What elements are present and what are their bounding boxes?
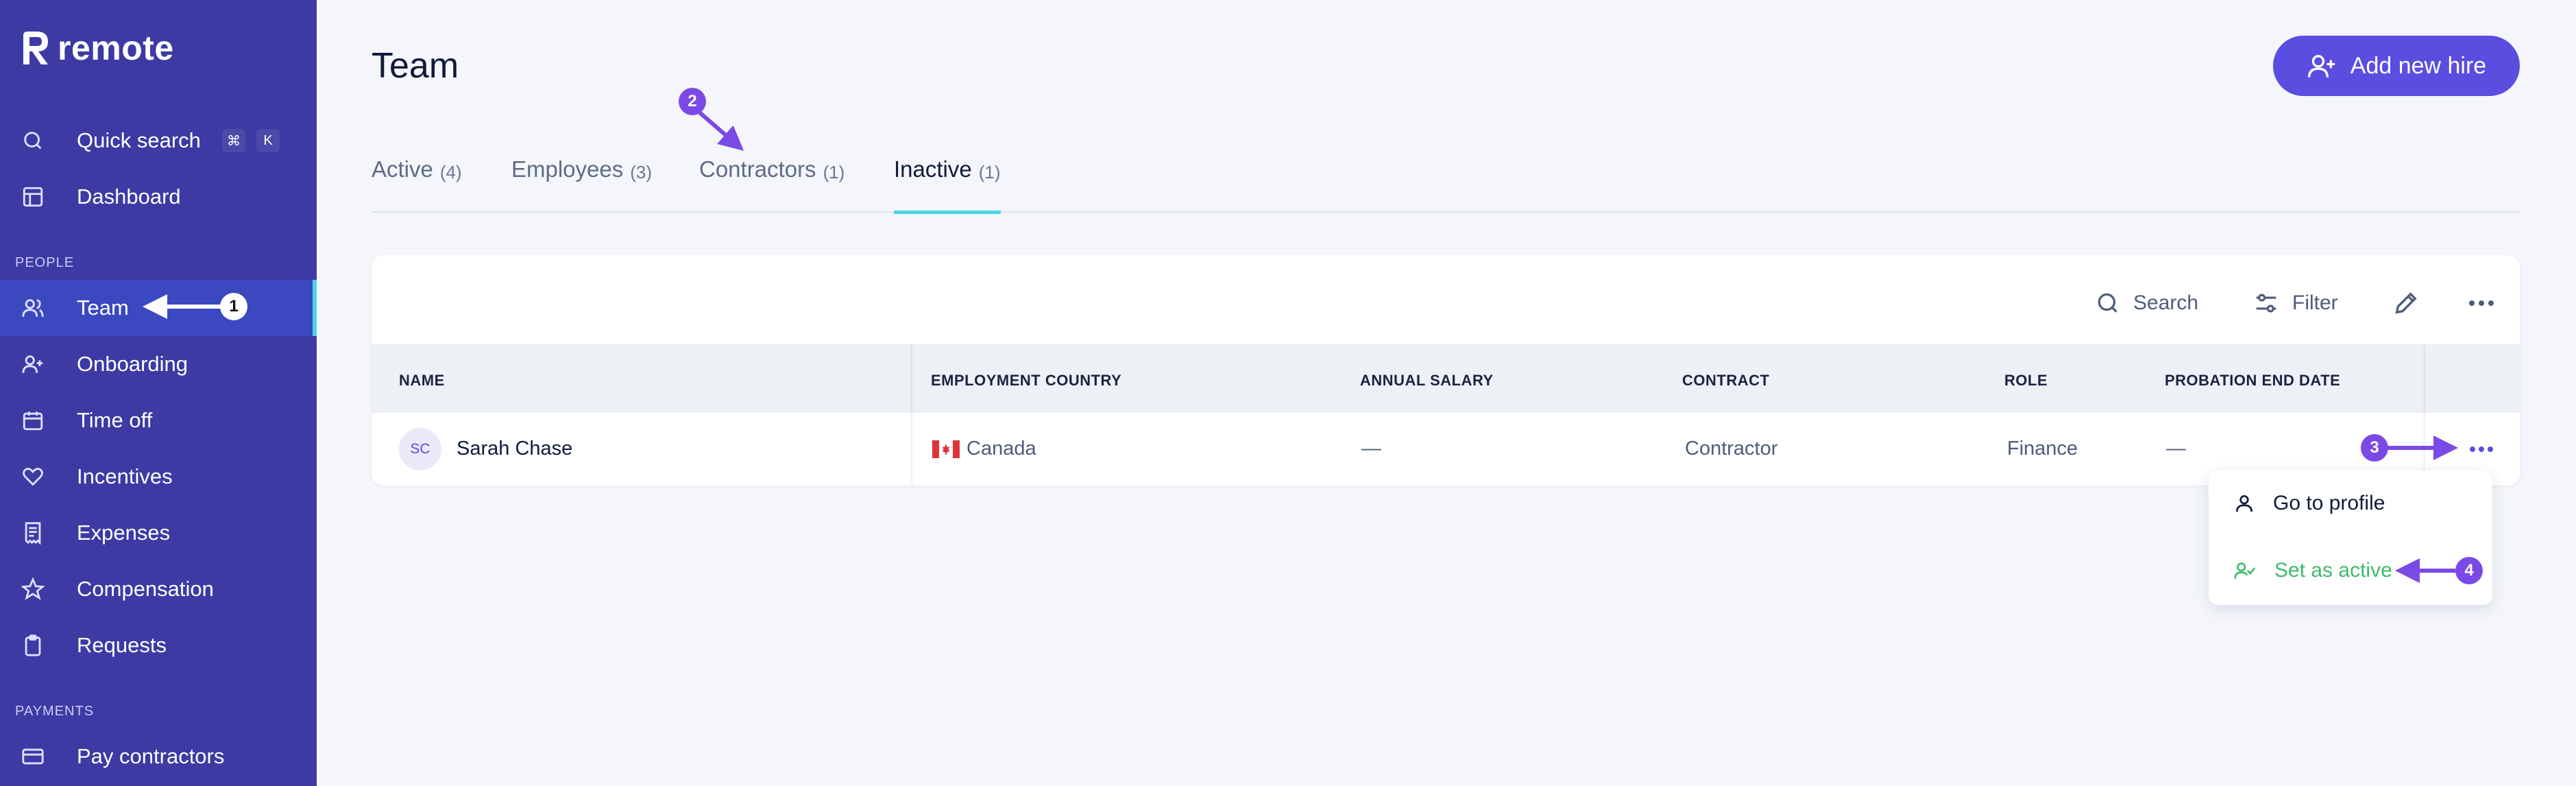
quick-search[interactable]: Quick search ⌘ K (0, 112, 317, 169)
row-actions-menu: Go to profile Set as active (2209, 471, 2492, 605)
tab-count: (4) (439, 162, 462, 182)
column-header-salary[interactable]: ANNUAL SALARY (1360, 372, 1494, 390)
sidebar-item-requests[interactable]: Requests (0, 617, 317, 674)
contract-type: Contractor (1685, 438, 1778, 460)
sidebar-item-team[interactable]: Team (0, 280, 317, 336)
brand-name: remote (58, 29, 174, 67)
sidebar-item-label: Compensation (77, 577, 214, 601)
annotation-badge-1: 1 (220, 293, 247, 320)
sidebar-item-time-off[interactable]: Time off (0, 392, 317, 449)
annotation-badge-4: 4 (2455, 557, 2483, 584)
tab-label: Inactive (894, 156, 972, 182)
tab-count: (3) (630, 162, 653, 182)
column-header-role[interactable]: ROLE (2004, 372, 2048, 390)
search-label: Search (2133, 291, 2199, 314)
calendar-icon (21, 408, 45, 433)
row-actions-icon[interactable] (2469, 446, 2494, 453)
employment-country: Canada (932, 438, 1036, 460)
sidebar-item-pay-contractors[interactable]: Pay contractors (0, 728, 317, 785)
edit-columns-button[interactable] (2392, 285, 2420, 321)
sidebar-item-label: Incentives (77, 464, 173, 488)
sidebar-item-label: Onboarding (77, 352, 189, 376)
tab-contractors[interactable]: Contractors (1) (699, 155, 845, 213)
column-header-country[interactable]: EMPLOYMENT COUNTRY (931, 372, 1121, 390)
add-new-hire-label: Add new hire (2350, 52, 2487, 79)
quick-search-label: Quick search (77, 128, 201, 152)
avatar: SC (399, 428, 441, 471)
sidebar-item-dashboard[interactable]: Dashboard (0, 169, 317, 225)
tab-count: (1) (823, 162, 845, 182)
column-header-contract[interactable]: CONTRACT (1682, 372, 1769, 390)
filter-label: Filter (2292, 291, 2338, 314)
annotation-badge-2: 2 (679, 88, 706, 115)
sidebar-item-label: Pay contractors (77, 744, 225, 768)
user-plus-icon (2307, 55, 2335, 78)
search-icon (21, 128, 45, 153)
probation-end-date: — (2166, 438, 2186, 460)
column-header-probation[interactable]: PROBATION END DATE (2165, 372, 2340, 390)
pencil-icon (2395, 292, 2417, 314)
kbd-k: K (256, 129, 280, 152)
table-more-button[interactable] (2468, 285, 2495, 321)
go-to-profile-label: Go to profile (2273, 492, 2385, 514)
sidebar: remote Quick search ⌘ K Dashboard PEOPLE… (0, 0, 317, 786)
sidebar-item-label: Expenses (77, 521, 171, 545)
tab-active[interactable]: Active (4) (372, 155, 462, 213)
user-icon (2236, 495, 2252, 512)
user-plus-icon (21, 352, 45, 377)
sidebar-item-onboarding[interactable]: Onboarding (0, 336, 317, 392)
sidebar-item-label: Time off (77, 408, 153, 432)
sidebar-item-incentives[interactable]: Incentives (0, 449, 317, 505)
team-tabs: Active (4) Employees (3) Contractors (1)… (372, 155, 2520, 214)
remote-logo-icon (23, 32, 48, 64)
receipt-icon (21, 521, 45, 545)
tab-label: Active (372, 156, 433, 182)
users-icon (21, 296, 45, 320)
credit-card-icon (21, 744, 45, 769)
section-people: PEOPLE (15, 255, 75, 270)
more-horizontal-icon (2469, 300, 2494, 306)
layout-icon (21, 184, 45, 209)
sidebar-item-label: Team (77, 296, 129, 320)
table-header: NAME EMPLOYMENT COUNTRY ANNUAL SALARY CO… (372, 344, 2520, 413)
sliders-icon (2256, 294, 2276, 313)
employee-name[interactable]: Sarah Chase (457, 438, 572, 460)
section-payments: PAYMENTS (15, 704, 95, 719)
sidebar-item-expenses[interactable]: Expenses (0, 505, 317, 561)
tab-label: Employees (511, 156, 624, 182)
team-table-card: Search Filter NAME EMPLOYMENT COUNTRY AN… (372, 255, 2520, 486)
role: Finance (2007, 438, 2078, 460)
table-search-button[interactable]: Search (2095, 285, 2198, 321)
set-as-active-label: Set as active (2274, 559, 2392, 582)
sidebar-item-label: Dashboard (77, 184, 181, 209)
tab-count: (1) (978, 162, 1001, 182)
heart-icon (21, 464, 45, 489)
table-row[interactable]: SC Sarah Chase Canada — Contractor Finan… (372, 413, 2520, 486)
user-check-icon (2234, 562, 2256, 579)
add-new-hire-button[interactable]: Add new hire (2273, 36, 2520, 96)
arrow-2 (695, 108, 744, 151)
country-name: Canada (967, 438, 1036, 460)
table-filter-button[interactable]: Filter (2252, 285, 2338, 321)
go-to-profile-menu-item[interactable]: Go to profile (2233, 483, 2385, 524)
search-icon (2098, 293, 2117, 313)
column-header-name[interactable]: NAME (399, 372, 445, 390)
remote-logo[interactable]: remote (21, 30, 174, 66)
tab-label: Contractors (699, 156, 816, 182)
page-title: Team (372, 46, 459, 86)
tab-inactive[interactable]: Inactive (1) (894, 155, 1001, 214)
set-as-active-menu-item[interactable]: Set as active (2233, 550, 2392, 591)
annual-salary: — (1361, 438, 1381, 460)
sidebar-item-compensation[interactable]: Compensation (0, 561, 317, 617)
tab-employees[interactable]: Employees (3) (511, 155, 652, 213)
sidebar-item-label: Requests (77, 633, 167, 657)
kbd-cmd: ⌘ (222, 129, 245, 152)
annotation-badge-3: 3 (2361, 434, 2388, 462)
canada-flag-icon (932, 440, 960, 459)
star-icon (21, 577, 45, 602)
clipboard-icon (21, 633, 45, 658)
